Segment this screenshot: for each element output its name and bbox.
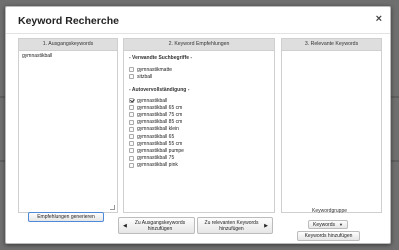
keyword-group-label: Keywordgruppe bbox=[312, 208, 348, 214]
keyword-option[interactable]: gymnastikball 85 cm bbox=[129, 119, 182, 126]
arrow-right-icon: ▶ bbox=[264, 222, 268, 229]
keyword-option-label: gymnastikmatte bbox=[137, 66, 173, 73]
checkbox[interactable] bbox=[129, 98, 134, 103]
keyword-option-label: gymnastikball 75 cm bbox=[137, 111, 183, 118]
related-terms-title: - Verwandte Suchbegriffe - bbox=[129, 55, 193, 61]
keyword-option[interactable]: gymnastikball pumpe bbox=[129, 147, 184, 154]
source-keywords-panel: 1. Ausgangskeywords gymnastikball bbox=[18, 38, 118, 213]
keywords-dropdown-value: Keywords bbox=[313, 221, 335, 228]
recommendations-header: 2. Keyword Empfehlungen bbox=[124, 39, 274, 51]
checkbox[interactable] bbox=[129, 141, 134, 147]
add-to-source-button[interactable]: ◀ Zu Ausgangskeywords hinzufügen bbox=[118, 217, 195, 234]
keyword-option[interactable]: gymnastikball 55 cm bbox=[129, 140, 182, 147]
close-icon[interactable]: × bbox=[376, 13, 382, 25]
keyword-option-label: gymnastikball bbox=[137, 97, 168, 104]
checkbox[interactable] bbox=[129, 112, 134, 118]
chevron-down-icon: ▼ bbox=[338, 222, 343, 227]
keyword-option-label: gymnastikball 65 bbox=[137, 133, 175, 140]
source-keywords-header: 1. Ausgangskeywords bbox=[19, 39, 117, 51]
checkbox[interactable] bbox=[129, 74, 134, 80]
keyword-option-label: gymnastikball klein bbox=[137, 126, 179, 133]
checkbox[interactable] bbox=[129, 155, 134, 161]
keyword-option[interactable]: gymnastikmatte bbox=[129, 66, 172, 73]
add-to-relevant-button[interactable]: Zu relevanten Keywords hinzufügen ▶ bbox=[197, 217, 273, 234]
autocomplete-title: - Autovervollständigung - bbox=[129, 87, 190, 93]
keyword-option[interactable]: gymnastikball 75 bbox=[129, 155, 174, 162]
checkbox[interactable] bbox=[129, 148, 134, 154]
checkbox[interactable] bbox=[129, 134, 134, 139]
resize-handle-icon[interactable] bbox=[110, 205, 115, 210]
arrow-left-icon: ◀ bbox=[123, 222, 127, 229]
keyword-option[interactable]: gymnastikball 65 cm bbox=[129, 104, 182, 111]
add-to-source-label-2: hinzufügen bbox=[147, 225, 173, 232]
relevant-keywords-panel: 3. Relevante Keywords bbox=[281, 38, 382, 213]
keyword-research-dialog: Keyword Recherche × 1. Ausgangskeywords … bbox=[5, 6, 391, 244]
keyword-option-label: gymnastikball 55 cm bbox=[137, 140, 183, 147]
keyword-option[interactable]: gymnastikball bbox=[129, 97, 167, 104]
checkbox[interactable] bbox=[129, 162, 134, 168]
source-keywords-textarea[interactable]: gymnastikball bbox=[20, 51, 116, 211]
checkbox[interactable] bbox=[129, 105, 134, 111]
checkbox[interactable] bbox=[129, 126, 134, 132]
keyword-option-label: gymnastikball pumpe bbox=[137, 147, 184, 154]
add-keywords-button[interactable]: Keywords hinzufügen bbox=[297, 231, 360, 241]
checkbox[interactable] bbox=[129, 119, 134, 125]
keyword-option-label: gymnastikball 65 cm bbox=[137, 104, 183, 111]
keyword-option[interactable]: sitzball bbox=[129, 73, 152, 80]
keyword-option-label: gymnastikball 75 bbox=[137, 155, 175, 162]
keyword-option[interactable]: gymnastikball 65 bbox=[129, 133, 174, 140]
keywords-dropdown[interactable]: Keywords ▼ bbox=[308, 220, 348, 229]
keyword-option[interactable]: gymnastikball klein bbox=[129, 126, 179, 133]
add-to-relevant-label-2: hinzufügen bbox=[219, 225, 244, 232]
checkbox[interactable] bbox=[129, 67, 134, 72]
keyword-option[interactable]: gymnastikball pink bbox=[129, 162, 178, 169]
keyword-recommendations-panel: 2. Keyword Empfehlungen - Verwandte Such… bbox=[123, 38, 275, 213]
keyword-option[interactable]: gymnastikball 75 cm bbox=[129, 111, 182, 118]
generate-recommendations-button[interactable]: Empfehlungen generieren bbox=[28, 212, 104, 222]
keyword-option-label: gymnastikball pink bbox=[137, 162, 178, 169]
relevant-keywords-header: 3. Relevante Keywords bbox=[282, 39, 381, 51]
keyword-option-label: gymnastikball 85 cm bbox=[137, 119, 183, 126]
dialog-header: Keyword Recherche × bbox=[6, 7, 390, 34]
dialog-title: Keyword Recherche bbox=[18, 15, 119, 27]
keyword-option-label: sitzball bbox=[137, 73, 153, 80]
